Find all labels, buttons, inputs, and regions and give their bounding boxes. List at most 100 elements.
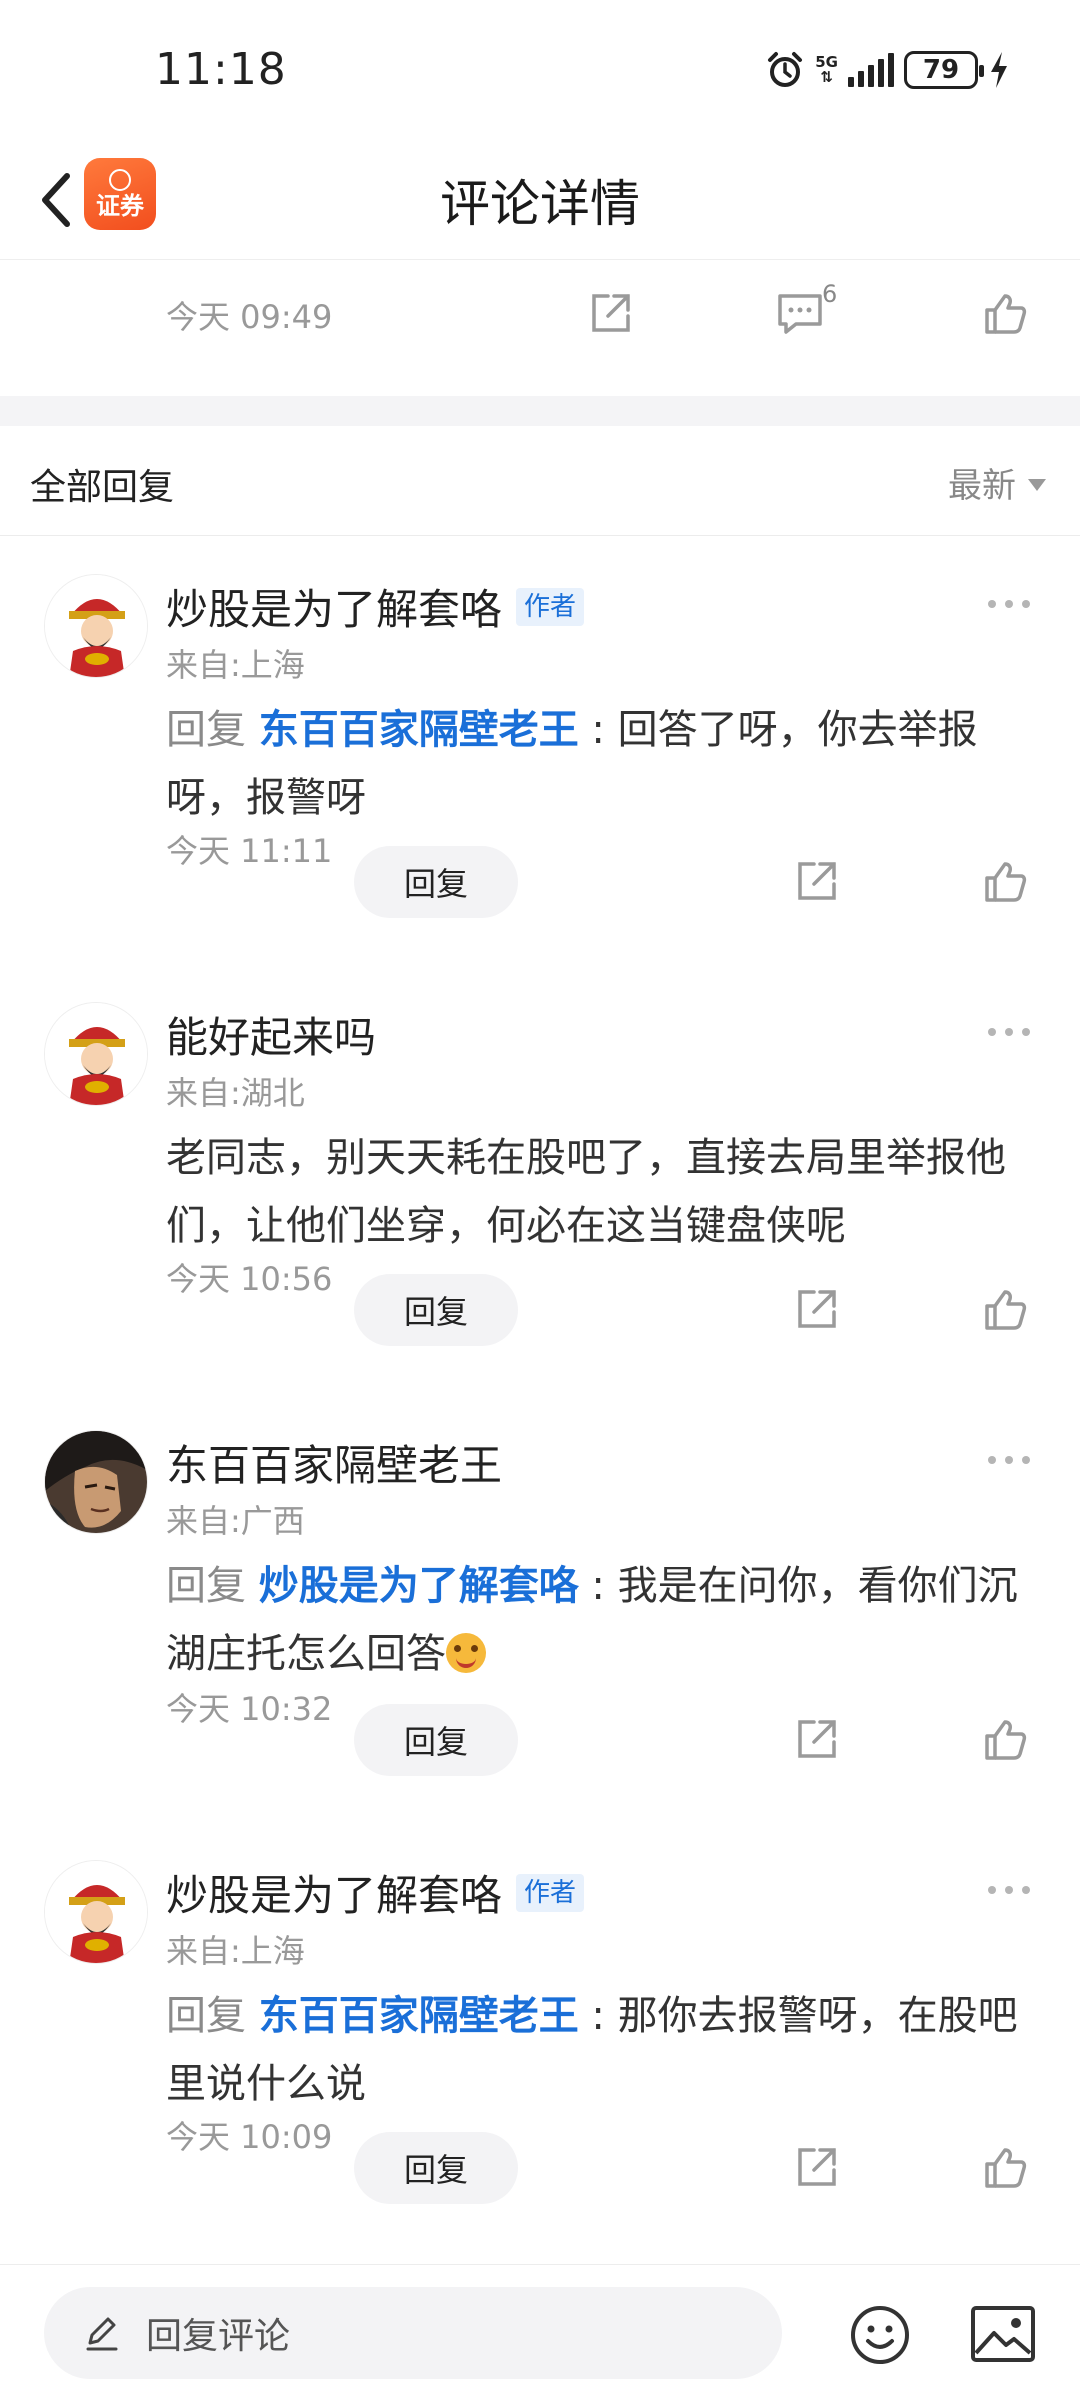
replies-section-label: 全部回复 (30, 467, 175, 508)
share-button[interactable] (786, 1710, 846, 1770)
reply-item: 东百百家隔壁老王 来自:广西 回复 炒股是为了解套咯 : 我是在问你，看你们沉湖… (0, 1392, 1080, 1822)
reply-time: 今天 10:09 (166, 2118, 333, 2156)
more-options-button[interactable] (988, 1886, 1030, 1894)
reply-target-user[interactable]: 炒股是为了解套咯 (259, 1563, 579, 1609)
reply-button[interactable]: 回复 (354, 1704, 518, 1776)
page-title: 评论详情 (440, 175, 640, 233)
status-icons: 5G ⇅ 79 (765, 50, 1010, 90)
anime-portrait-avatar-icon (45, 1431, 147, 1533)
reply-prefix: 回复 (166, 1993, 259, 2039)
sort-dropdown[interactable]: 最新 (948, 458, 1046, 507)
reply-item: 能好起来吗 来自:湖北 老同志，别天天耗在股吧了，直接去局里举报他们，让他们坐穿… (0, 964, 1080, 1392)
reply-location: 来自:湖北 (166, 1074, 305, 1112)
reply-time: 今天 10:32 (166, 1690, 333, 1728)
like-button[interactable] (975, 852, 1035, 912)
author-name[interactable]: 炒股是为了解套咯 (166, 576, 502, 637)
share-button[interactable] (580, 284, 640, 344)
reply-author[interactable]: 东百百家隔壁老王 (166, 1432, 502, 1493)
comments-button[interactable] (770, 284, 830, 344)
reply-target-user[interactable]: 东百百家隔壁老王 (259, 1993, 579, 2039)
top-comment-time: 今天 09:49 (166, 298, 333, 336)
avatar[interactable] (44, 1002, 148, 1106)
share-icon (798, 1720, 836, 1758)
sort-label: 最新 (948, 466, 1016, 506)
reply-target-user[interactable]: 东百百家隔壁老王 (259, 707, 579, 753)
more-options-button[interactable] (988, 600, 1030, 608)
author-name[interactable]: 东百百家隔壁老王 (166, 1432, 502, 1493)
status-bar: 11:18 5G ⇅ 79 (0, 0, 1080, 140)
signal-icon (848, 53, 894, 87)
author-name[interactable]: 能好起来吗 (166, 1004, 376, 1065)
fortune-god-avatar-icon (45, 1003, 147, 1105)
like-button[interactable] (975, 284, 1035, 344)
reply-comment-input[interactable]: 回复评论 (44, 2287, 782, 2379)
comment-bubble-icon (778, 294, 822, 334)
reply-text: 老同志，别天天耗在股吧了，直接去局里举报他们，让他们坐穿，何必在这当键盘侠呢 (166, 1135, 1006, 1249)
fortune-god-avatar-icon (45, 575, 147, 677)
grinning-emoji-icon (446, 1633, 486, 1673)
thumbs-up-icon (985, 294, 1027, 334)
more-options-button[interactable] (988, 1456, 1030, 1464)
charging-icon (991, 52, 1007, 88)
author-badge: 作者 (516, 587, 585, 626)
comment-count: 6 (822, 280, 838, 308)
reply-location: 来自:广西 (166, 1502, 305, 1540)
avatar[interactable] (44, 574, 148, 678)
header: 证券 评论详情 (0, 140, 1080, 260)
reply-location: 来自:上海 (166, 646, 305, 684)
more-options-button[interactable] (988, 1028, 1030, 1036)
author-name[interactable]: 炒股是为了解套咯 (166, 1862, 502, 1923)
bottom-bar: 回复评论 (0, 2264, 1080, 2400)
reply-button[interactable]: 回复 (354, 1274, 518, 1346)
share-button[interactable] (786, 852, 846, 912)
image-icon (971, 2306, 1035, 2362)
replies-header: 全部回复 最新 (0, 426, 1080, 536)
reply-time: 今天 11:11 (166, 832, 333, 870)
top-comment-meta: 今天 09:49 6 (0, 260, 1080, 396)
avatar[interactable] (44, 1860, 148, 1964)
pencil-icon (86, 2317, 118, 2351)
section-divider (0, 396, 1080, 426)
reply-content: 回复 东百百家隔壁老王 : 回答了呀，你去举报呀，报警呀 (166, 696, 1036, 832)
reply-colon: : (578, 1993, 618, 2039)
reply-author[interactable]: 能好起来吗 (166, 1004, 376, 1065)
reply-button[interactable]: 回复 (354, 846, 518, 918)
status-time: 11:18 (155, 44, 287, 95)
reply-content: 老同志，别天天耗在股吧了，直接去局里举报他们，让他们坐穿，何必在这当键盘侠呢 (166, 1124, 1036, 1260)
reply-author[interactable]: 炒股是为了解套咯 作者 (166, 1862, 585, 1923)
thumbs-up-icon (985, 2148, 1027, 2188)
smiley-icon (851, 2306, 909, 2364)
emoji-button[interactable] (848, 2303, 912, 2367)
share-button[interactable] (786, 1280, 846, 1340)
caret-down-icon (1028, 478, 1046, 491)
author-badge: 作者 (516, 1873, 585, 1912)
like-button[interactable] (975, 2138, 1035, 2198)
battery-level: 79 (922, 55, 960, 85)
alarm-icon (768, 52, 803, 87)
reply-location: 来自:上海 (166, 1932, 305, 1970)
share-icon (592, 294, 630, 332)
avatar[interactable] (44, 1430, 148, 1534)
network-indicator: 5G ⇅ (815, 55, 838, 85)
battery-icon: 79 (904, 51, 984, 89)
share-icon (798, 1290, 836, 1328)
share-button[interactable] (786, 2138, 846, 2198)
share-icon (798, 862, 836, 900)
image-button[interactable] (968, 2301, 1038, 2367)
reply-button[interactable]: 回复 (354, 2132, 518, 2204)
reply-content: 回复 东百百家隔壁老王 : 那你去报警呀，在股吧里说什么说 (166, 1982, 1036, 2118)
thumbs-up-icon (985, 862, 1027, 902)
reply-item: 炒股是为了解套咯 作者 来自:上海 回复 东百百家隔壁老王 : 那你去报警呀，在… (0, 1822, 1080, 2262)
reply-prefix: 回复 (166, 707, 259, 753)
share-icon (798, 2148, 836, 2186)
thumbs-up-icon (985, 1290, 1027, 1330)
fortune-god-avatar-icon (45, 1861, 147, 1963)
reply-author[interactable]: 炒股是为了解套咯 作者 (166, 576, 585, 637)
like-button[interactable] (975, 1280, 1035, 1340)
reply-item: 炒股是为了解套咯 作者 来自:上海 回复 东百百家隔壁老王 : 回答了呀，你去举… (0, 536, 1080, 964)
like-button[interactable] (975, 1710, 1035, 1770)
reply-content: 回复 炒股是为了解套咯 : 我是在问你，看你们沉湖庄托怎么回答 (166, 1552, 1036, 1688)
reply-colon: : (578, 707, 618, 753)
reply-time: 今天 10:56 (166, 1260, 333, 1298)
reply-prefix: 回复 (166, 1563, 259, 1609)
